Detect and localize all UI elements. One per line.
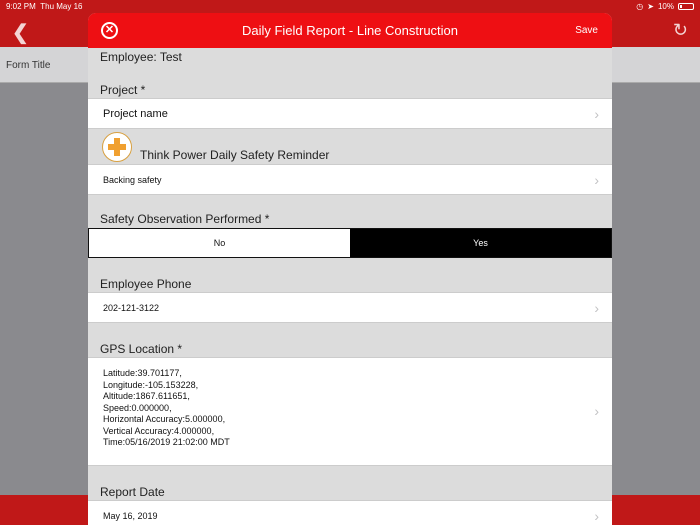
alarm-icon: ◷	[636, 2, 644, 11]
chevron-right-icon: ›	[594, 172, 599, 188]
refresh-icon: ↻	[672, 20, 688, 40]
status-time: 9:02 PM Thu May 16	[6, 2, 83, 11]
form-modal: ✕ Daily Field Report - Line Construction…	[88, 13, 612, 525]
report-date-field[interactable]: May 16, 2019 ›	[88, 500, 612, 525]
chevron-right-icon: ›	[594, 508, 599, 524]
gps-label: GPS Location *	[100, 342, 183, 356]
gps-line-latitude: Latitude:39.701177,	[103, 368, 182, 378]
modal-header: ✕ Daily Field Report - Line Construction…	[88, 13, 612, 48]
gps-line-longitude: Longitude:-105.153228,	[103, 379, 199, 390]
report-date-value: May 16, 2019	[103, 511, 158, 521]
project-label: Project *	[100, 83, 146, 97]
reminder-field[interactable]: Backing safety ›	[88, 164, 612, 195]
status-bar: 9:02 PM Thu May 16 ◷ ➤ 10%	[0, 0, 700, 14]
gps-line-altitude: Altitude:1867.611651,	[103, 391, 190, 401]
modal-title: Daily Field Report - Line Construction	[241, 23, 459, 38]
chevron-right-icon: ›	[594, 403, 599, 419]
form-content[interactable]: Employee: Test Project * Project name › …	[88, 48, 612, 525]
chevron-right-icon: ›	[594, 106, 599, 122]
report-date-label: Report Date	[100, 485, 165, 499]
location-arrow-icon: ➤	[647, 2, 654, 11]
gps-line-time: Time:05/16/2019 21:02:00 MDT	[103, 437, 230, 447]
gps-value: Latitude:39.701177, Longitude:-105.15322…	[103, 368, 230, 449]
gps-line-speed: Speed:0.000000,	[103, 402, 172, 413]
safety-option-yes[interactable]: Yes	[350, 229, 611, 257]
gps-line-vertical-accuracy: Vertical Accuracy:4.000000,	[103, 425, 215, 436]
save-button[interactable]: Save	[575, 25, 598, 36]
reminder-value: Backing safety	[103, 175, 162, 185]
battery-icon	[678, 3, 694, 10]
safety-cross-icon	[102, 132, 132, 162]
employee-label: Employee: Test	[100, 50, 182, 64]
safety-segmented-control[interactable]: No Yes	[88, 228, 612, 258]
safety-label: Safety Observation Performed *	[100, 212, 270, 226]
battery-percent: 10%	[657, 2, 674, 11]
project-value: Project name	[103, 108, 168, 120]
reminder-label: Think Power Daily Safety Reminder	[140, 148, 330, 162]
status-indicators: ◷ ➤ 10%	[636, 2, 694, 11]
phone-field[interactable]: 202-121-3122 ›	[88, 292, 612, 323]
chevron-right-icon: ›	[594, 300, 599, 316]
safety-option-no[interactable]: No	[89, 229, 350, 257]
project-field[interactable]: Project name ›	[88, 98, 612, 129]
gps-field[interactable]: Latitude:39.701177, Longitude:-105.15322…	[88, 357, 612, 466]
phone-label: Employee Phone	[100, 277, 192, 291]
gps-line-horizontal-accuracy: Horizontal Accuracy:5.000000,	[103, 414, 226, 424]
back-chevron-icon: ❮	[12, 22, 29, 44]
background-form-title: Form Title	[6, 60, 51, 71]
phone-value: 202-121-3122	[103, 303, 160, 313]
